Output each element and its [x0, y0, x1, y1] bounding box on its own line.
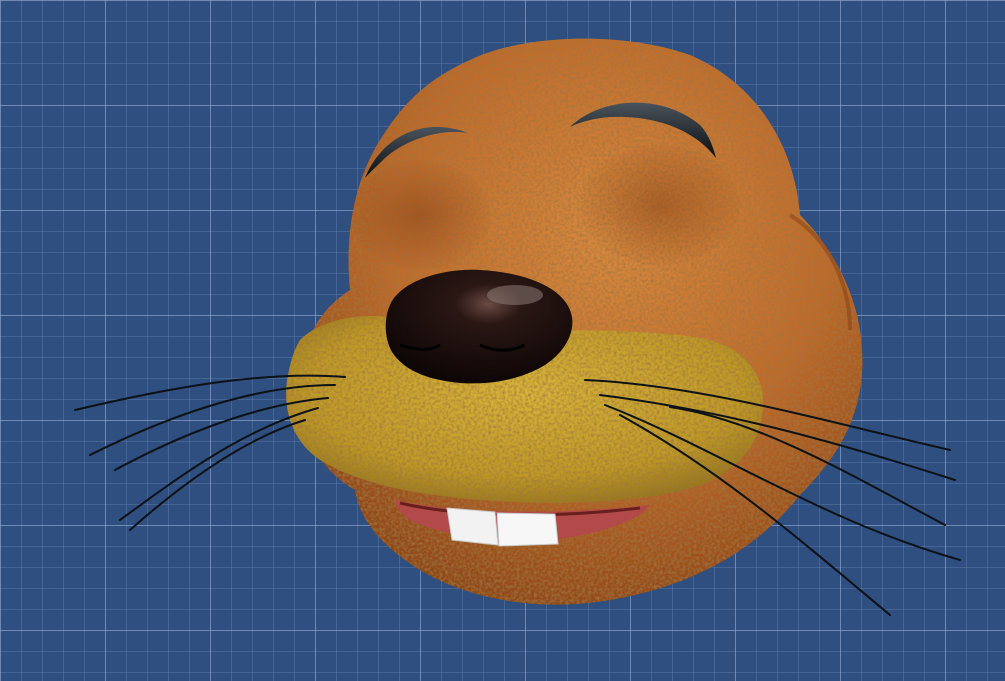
nose-highlight — [487, 285, 543, 305]
right-eye-socket — [580, 145, 740, 265]
tooth-right — [496, 512, 559, 547]
left-eye-socket — [350, 160, 490, 270]
tooth-left — [446, 507, 499, 546]
scene-canvas — [0, 0, 1005, 681]
viewport — [0, 0, 1005, 681]
